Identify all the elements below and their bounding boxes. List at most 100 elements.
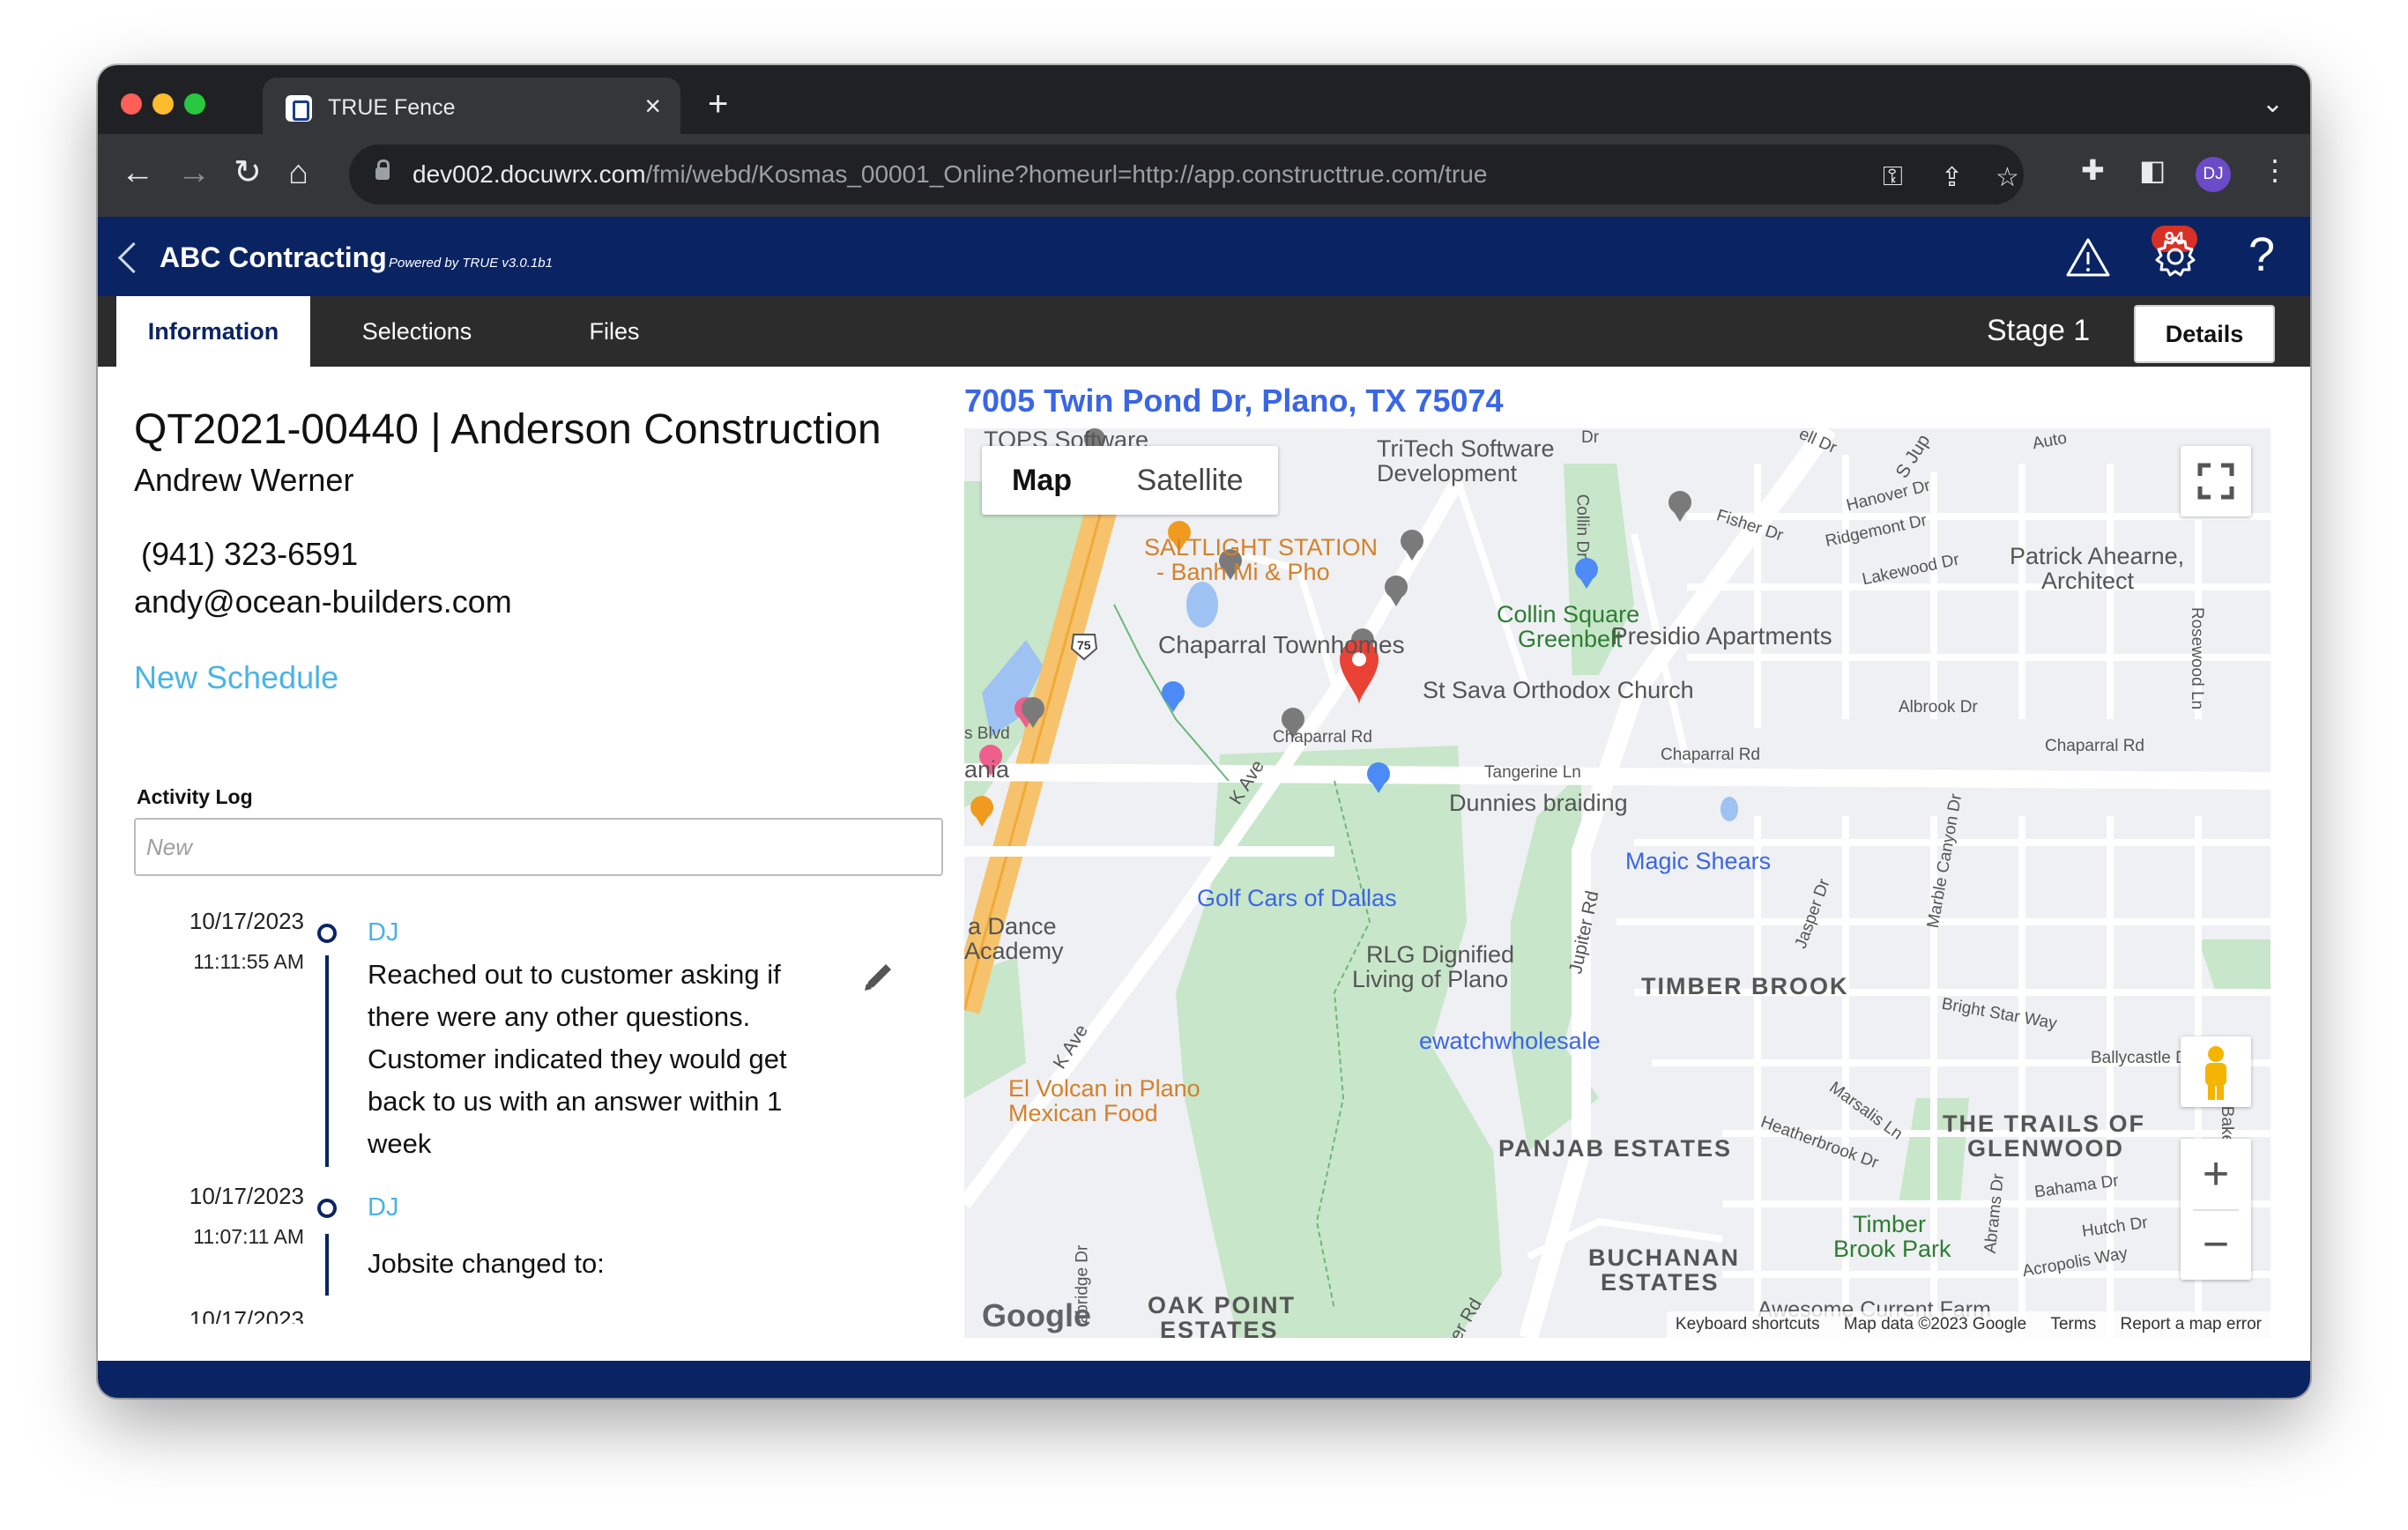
map-label[interactable]: THE TRAILS OF [1943,1110,2145,1138]
entry-date: 10/17/2023 [189,1183,304,1209]
map-label[interactable]: Development [1377,460,1517,487]
map-label[interactable]: ESTATES [1160,1317,1279,1338]
map-type-control: Map Satellite [982,446,1278,515]
map-type-satellite-button[interactable]: Satellite [1102,446,1278,515]
map-data-text: Map data ©2023 Google [1843,1315,2027,1333]
new-schedule-link[interactable]: New Schedule [134,659,338,696]
reload-icon[interactable]: ↻ [234,153,262,192]
edit-pencil-icon[interactable] [861,959,896,994]
minimize-window-dot[interactable] [152,93,174,115]
street-view-pegman-button[interactable] [2181,1036,2251,1107]
close-window-dot[interactable] [121,93,142,115]
fullscreen-button[interactable] [2181,446,2251,516]
browser-tab[interactable]: TRUE Fence × [263,78,680,134]
map-label[interactable]: PANJAB ESTATES [1498,1135,1732,1162]
tab-files[interactable]: Files [517,296,711,367]
map-label[interactable]: SALTLIGHT STATION [1144,534,1378,561]
map-label[interactable]: Chaparral Townhomes [1158,631,1405,659]
map-label[interactable]: Architect [2041,568,2134,595]
browser-tab-title: TRUE Fence [328,95,456,120]
tab-selections[interactable]: Selections [320,296,514,367]
stage-label: Stage 1 [1987,314,2091,347]
browser-toolbar: ← → ↻ ⌂ dev002.docuwrx.com/fmi/webd/Kosm… [98,134,2310,217]
map-label[interactable]: Golf Cars of Dallas [1197,885,1397,912]
maximize-window-dot[interactable] [184,93,205,115]
map-label[interactable]: Brook Park [1833,1236,1951,1263]
profile-avatar[interactable]: DJ [2196,157,2231,192]
contact-email[interactable]: andy@ocean-builders.com [134,583,512,620]
street-label: Ballycastle D [2091,1049,2188,1067]
powered-by-text: Powered by TRUE v3.0.1b1 [389,256,553,271]
map-label[interactable]: St Sava Orthodox Church [1423,677,1694,704]
contact-phone[interactable]: (941) 323-6591 [141,536,358,573]
tab-search-chevron-icon[interactable]: ⌄ [2262,88,2284,119]
highway-shield-label: 75 [1077,638,1091,652]
entry-time: 11:07:11 AM [193,1225,304,1248]
side-panel-icon[interactable]: ◧ [2139,153,2166,187]
back-chevron-icon[interactable] [117,241,150,274]
timeline-circle-icon [317,924,337,943]
settings-gear-icon[interactable] [2153,234,2197,279]
forward-arrow-icon[interactable]: → [177,153,211,192]
map-label[interactable]: a Dance [968,913,1057,940]
fullscreen-icon [2197,463,2234,500]
lock-icon [375,160,390,180]
map-type-map-button[interactable]: Map [982,446,1102,515]
map-label[interactable]: TriTech Software [1377,435,1555,463]
map-label[interactable]: Magic Shears [1625,848,1771,875]
new-tab-button[interactable]: + [708,86,728,122]
timeline-line [325,1234,329,1296]
zoom-out-button[interactable]: − [2181,1209,2251,1280]
report-map-error-link[interactable]: Report a map error [2120,1315,2262,1333]
jobsite-address-link[interactable]: 7005 Twin Pond Dr, Plano, TX 75074 [964,382,1504,420]
share-icon[interactable]: ⇪ [1941,162,1963,193]
app-footer-bar [98,1361,2310,1398]
terms-link[interactable]: Terms [2050,1315,2096,1333]
browser-menu-icon[interactable]: ⋮ [2261,153,2289,187]
keyboard-shortcuts-link[interactable]: Keyboard shortcuts [1676,1315,1820,1333]
map-label[interactable]: RLG Dignified [1366,941,1514,969]
activity-log-list[interactable]: 10/17/2023 11:11:55 AM DJ Reached out to… [98,895,962,1324]
map-label[interactable]: Living of Plano [1352,966,1508,993]
street-label: Chaparral Rd [1273,728,1372,746]
extensions-icon[interactable]: ✚ [2081,153,2105,187]
map-label[interactable]: Mexican Food [1008,1100,1158,1127]
home-icon[interactable]: ⌂ [288,153,308,192]
company-name: ABC Contracting [160,241,387,273]
browser-tab-strip: TRUE Fence × + ⌄ [98,65,2310,134]
map-label[interactable]: Dunnies braiding [1449,790,1628,817]
entry-user: DJ [368,1193,399,1222]
alert-warning-icon[interactable] [2065,236,2111,279]
entry-user: DJ [368,918,399,947]
quote-title: QT2021-00440 | Anderson Construction [134,406,881,453]
key-icon[interactable]: ⚿ [1883,162,1903,192]
map-label[interactable]: Academy [964,938,1064,965]
map-label[interactable]: El Volcan in Plano [1008,1075,1200,1103]
zoom-in-button[interactable]: + [2181,1139,2251,1209]
map-label[interactable]: ewatchwholesale [1419,1028,1601,1055]
map-label[interactable]: - Banh Mi & Pho [1156,559,1330,586]
tab-close-icon[interactable]: × [644,90,661,123]
google-logo[interactable]: Google [982,1297,1091,1334]
address-bar[interactable]: dev002.docuwrx.com/fmi/webd/Kosmas_00001… [349,145,2024,204]
activity-log-input[interactable] [134,818,943,876]
street-label: Albrook Dr [1899,698,1978,717]
map-label[interactable]: Greenbelt [1518,626,1623,653]
jobsite-map[interactable]: TOPS Software TriTech Software Developme… [964,428,2271,1338]
map-label[interactable]: OAK POINT [1148,1292,1296,1319]
map-label[interactable]: ESTATES [1601,1269,1720,1296]
map-label[interactable]: Presidio Apartments [1611,622,1832,650]
street-label: Chaparral Rd [2045,737,2144,755]
map-label[interactable]: Timber [1853,1211,1926,1238]
map-label[interactable]: GLENWOOD [1967,1135,2124,1162]
map-label[interactable]: Patrick Ahearne, [2010,543,2184,570]
url-text: dev002.docuwrx.com/fmi/webd/Kosmas_00001… [412,160,1488,188]
bookmark-star-icon[interactable]: ☆ [1996,162,2019,193]
back-arrow-icon[interactable]: ← [121,153,154,192]
map-label[interactable]: TIMBER BROOK [1641,973,1849,1000]
activity-log-label: Activity Log [137,785,253,808]
help-icon[interactable]: ? [2248,227,2275,282]
map-label[interactable]: BUCHANAN [1588,1244,1740,1272]
tab-information[interactable]: Information [116,296,310,367]
details-button[interactable]: Details [2134,305,2275,363]
